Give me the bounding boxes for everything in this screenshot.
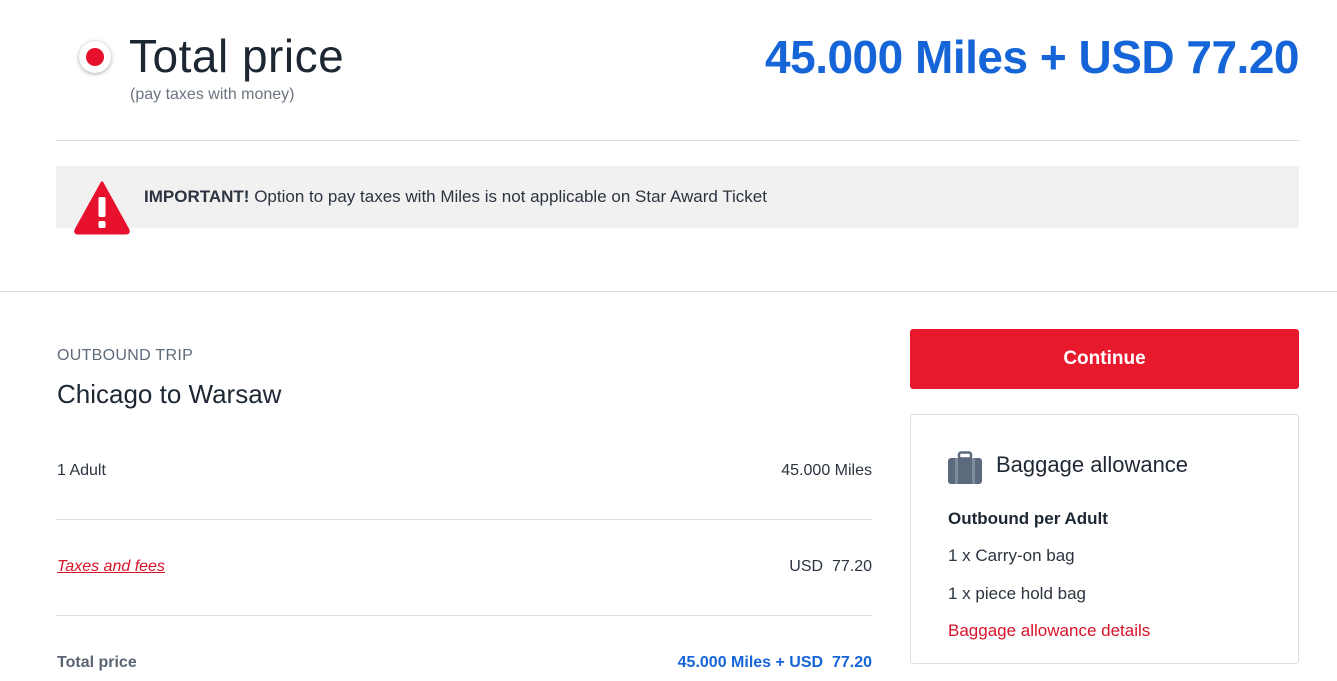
continue-button[interactable]: Continue: [910, 329, 1299, 389]
baggage-item: 1 x Carry-on bag: [948, 546, 1075, 565]
total-price-label: Total price: [57, 654, 137, 671]
suitcase-icon: [948, 451, 982, 484]
taxes-and-fees-link[interactable]: Taxes and fees: [57, 558, 165, 575]
total-price-radio[interactable]: [79, 41, 111, 73]
page-subtitle: (pay taxes with money): [130, 86, 295, 103]
passenger-label: 1 Adult: [57, 462, 106, 479]
baggage-details-link[interactable]: Baggage allowance details: [948, 621, 1150, 641]
passenger-miles: 45.000 Miles: [781, 462, 872, 479]
baggage-title: Baggage allowance: [996, 452, 1189, 477]
baggage-subtitle: Outbound per Adult: [948, 509, 1108, 528]
total-price-amount: 45.000 Miles + USD 77.20: [765, 31, 1299, 83]
total-price-value: 45.000 Miles + USD 77.20: [677, 654, 872, 671]
trip-direction-label: OUTBOUND TRIP: [57, 347, 194, 364]
row-divider: [56, 519, 872, 520]
section-divider: [0, 291, 1337, 292]
trip-route: Chicago to Warsaw: [57, 379, 282, 409]
notice-label: IMPORTANT!: [144, 187, 250, 206]
notice-message: Option to pay taxes with Miles is not ap…: [254, 187, 767, 206]
radio-selected-icon: [86, 48, 104, 66]
divider: [56, 140, 1299, 141]
warning-triangle-icon: [74, 181, 130, 235]
taxes-amount: USD 77.20: [789, 558, 872, 575]
row-divider: [56, 615, 872, 616]
baggage-item: 1 x piece hold bag: [948, 584, 1086, 603]
page-title: Total price: [129, 30, 345, 82]
notice-text: IMPORTANT! Option to pay taxes with Mile…: [144, 187, 767, 207]
